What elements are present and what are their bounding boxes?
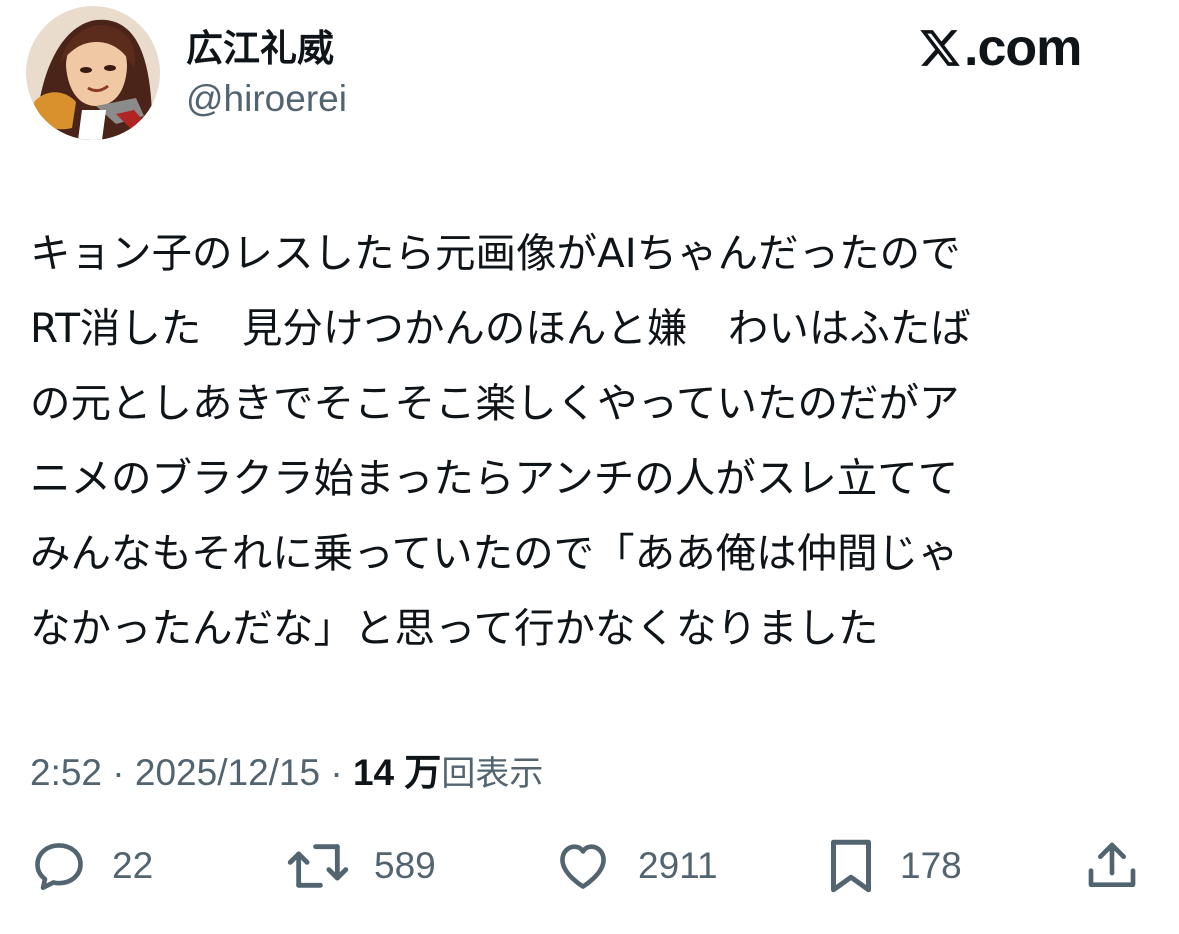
brand-domain: .com (964, 19, 1082, 77)
tweet-text-line: ニメのブラクラ始まったらアンチの人がスレ立てて (30, 454, 959, 502)
retweet-count: 589 (374, 845, 436, 886)
bookmark-button[interactable]: 178 (826, 836, 962, 896)
tweet-date[interactable]: 2025/12/15 (135, 752, 320, 793)
tweet-text-line: の元としあきでそこそこ楽しくやっていたのだがア (30, 379, 960, 427)
x-brand: .com (918, 18, 1082, 78)
views-label: 回表示 (441, 754, 544, 794)
bookmark-count: 178 (900, 845, 962, 886)
tweet-text-line: キョン子のレスしたら元画像がAIちゃんだったので (30, 229, 961, 277)
retweet-button[interactable]: 589 (286, 836, 436, 896)
bookmark-icon (831, 839, 871, 893)
heart-icon (560, 844, 606, 889)
retweet-icon (287, 844, 349, 888)
x-logo-icon (920, 30, 960, 66)
avatar[interactable] (26, 6, 160, 140)
tweet-text-line: RT消した 見分けつかんのほんと嫌 わいはふたば (30, 304, 971, 352)
tweet-meta: 2:52 · 2025/12/15 · 14 万回表示 (30, 742, 543, 796)
meta-separator: · (320, 752, 353, 793)
tweet-text: キョン子のレスしたら元画像がAIちゃんだったので RT消した 見分けつかんのほん… (30, 216, 1160, 666)
meta-separator: · (102, 752, 135, 793)
author-handle[interactable]: @hiroerei (186, 78, 347, 120)
like-count: 2911 (638, 845, 718, 886)
tweet-text-line: なかったんだな」と思って行かなくなりました (30, 604, 879, 652)
reply-button[interactable]: 22 (30, 836, 153, 896)
tweet-time[interactable]: 2:52 (30, 752, 102, 793)
reply-icon (35, 843, 83, 891)
like-button[interactable]: 2911 (552, 836, 718, 896)
avatar-image (26, 6, 160, 140)
tweet-text-line: みんなもそれに乗っていたので「ああ俺は仲間じゃ (30, 529, 959, 577)
author-display-name[interactable]: 広江礼威 (186, 18, 334, 72)
share-icon (1088, 842, 1136, 887)
reply-count: 22 (112, 845, 154, 886)
share-button[interactable] (1084, 836, 1140, 896)
views-count: 14 万 (352, 752, 442, 793)
